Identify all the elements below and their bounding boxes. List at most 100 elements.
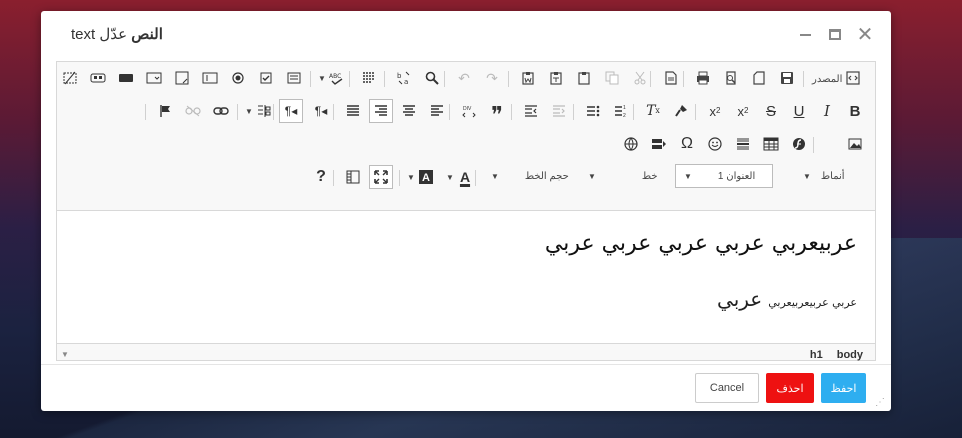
smiley-icon[interactable] (703, 132, 727, 156)
separator (310, 71, 311, 87)
show-blocks-icon[interactable] (341, 165, 365, 189)
redo-icon[interactable]: ↷ (480, 66, 504, 90)
bold-icon[interactable]: B (843, 99, 867, 123)
styles-label: أنماط (820, 170, 845, 182)
scroll-down-arrow-icon[interactable]: ▼ (61, 350, 69, 359)
rich-text-editor: المصدر ↷ ↶ b a ABC ▼ B I U S x 2 x 2 T x… (56, 61, 876, 361)
minimize-button[interactable] (795, 24, 815, 44)
dialog-title-bar: text النص عدّل ✕ (41, 11, 891, 57)
new-page-icon[interactable] (747, 66, 771, 90)
close-button[interactable]: ✕ (855, 24, 875, 46)
flash-icon[interactable] (787, 132, 811, 156)
align-center-icon[interactable] (397, 99, 421, 123)
source-icon[interactable] (841, 66, 865, 90)
format-label: العنوان 1 (717, 170, 756, 182)
cut-icon[interactable] (628, 66, 652, 90)
help-icon[interactable]: ? (309, 165, 333, 189)
iframe-icon[interactable] (619, 132, 643, 156)
copy-format-icon[interactable] (669, 99, 693, 123)
title-noun: النص (131, 26, 163, 43)
justify-icon[interactable] (341, 99, 365, 123)
cancel-button[interactable]: Cancel (695, 373, 759, 403)
button-field-icon[interactable] (114, 66, 138, 90)
delete-button[interactable]: احذف (766, 373, 814, 403)
anchor-icon[interactable] (153, 99, 177, 123)
remove-format-icon[interactable]: Tx (641, 99, 665, 123)
outdent-icon[interactable] (547, 99, 571, 123)
strikethrough-icon[interactable]: S (759, 99, 783, 123)
undo-icon[interactable]: ↶ (452, 66, 476, 90)
language-icon[interactable] (252, 99, 276, 123)
superscript-icon[interactable]: x2 (703, 99, 727, 123)
font-label: خط (641, 170, 658, 182)
form-icon[interactable] (282, 66, 306, 90)
align-left-icon[interactable] (425, 99, 449, 123)
indent-icon[interactable] (519, 99, 543, 123)
maximize-editor-icon[interactable] (369, 165, 393, 189)
styles-combo[interactable]: ▼ أنماط (803, 164, 845, 188)
format-combo[interactable]: ▼ العنوان 1 (675, 164, 773, 188)
text-direction-rtl-icon[interactable]: ¶◂ (279, 99, 303, 123)
underline-icon[interactable]: U (787, 99, 811, 123)
editor-content[interactable]: عربيعربي عربي عربي عربي عربي عربي عربيعر… (57, 210, 875, 344)
separator (633, 104, 634, 120)
background-color-dropdown-icon[interactable]: ▼ (407, 173, 415, 182)
separator (573, 104, 574, 120)
numbered-list-icon[interactable]: 12 (609, 99, 633, 123)
italic-icon[interactable]: I (815, 99, 839, 123)
select-all-icon[interactable] (357, 66, 381, 90)
background-color-icon[interactable]: A (414, 165, 438, 189)
svg-text:DIV: DIV (463, 106, 472, 112)
text-field-icon[interactable] (198, 66, 222, 90)
table-icon[interactable] (759, 132, 783, 156)
special-char-icon[interactable]: Ω (675, 132, 699, 156)
path-item-body[interactable]: body (837, 349, 863, 361)
text-color-dropdown-icon[interactable]: ▼ (446, 173, 454, 182)
image-icon[interactable] (843, 132, 867, 156)
replace-icon[interactable]: ba (392, 66, 416, 90)
div-container-icon[interactable]: DIV (457, 99, 481, 123)
paste-text-icon[interactable] (544, 66, 568, 90)
checkbox-icon[interactable] (254, 66, 278, 90)
spellcheck-dropdown-icon[interactable]: ▼ (318, 74, 326, 83)
unlink-icon[interactable] (181, 99, 205, 123)
save-button[interactable]: احفظ (821, 373, 866, 403)
text-direction-ltr-icon[interactable]: ¶◂ (309, 99, 333, 123)
find-icon[interactable] (420, 66, 444, 90)
resize-grip-icon[interactable]: ⋰ (875, 397, 885, 408)
format-dropdown-icon: ▼ (684, 171, 692, 181)
paste-word-icon[interactable] (516, 66, 540, 90)
maximize-button[interactable] (825, 24, 845, 44)
styles-dropdown-icon: ▼ (803, 171, 811, 181)
link-icon[interactable] (209, 99, 233, 123)
align-right-icon[interactable] (369, 99, 393, 123)
path-item-h1[interactable]: h1 (810, 349, 823, 361)
font-combo[interactable]: ▼ خط (588, 164, 658, 188)
bulleted-list-icon[interactable] (581, 99, 605, 123)
textarea-icon[interactable] (170, 66, 194, 90)
page-break-icon[interactable] (647, 132, 671, 156)
templates-icon[interactable] (659, 66, 683, 90)
preview-icon[interactable] (719, 66, 743, 90)
copy-icon[interactable] (600, 66, 624, 90)
radio-icon[interactable] (226, 66, 250, 90)
text-color-icon[interactable]: A (453, 165, 477, 189)
save-doc-icon[interactable] (775, 66, 799, 90)
source-button[interactable]: المصدر (812, 67, 842, 91)
language-dropdown-icon[interactable]: ▼ (245, 107, 253, 116)
subscript-icon[interactable]: x2 (731, 99, 755, 123)
horizontal-line-icon[interactable] (731, 132, 755, 156)
blockquote-icon[interactable]: ❞ (485, 99, 509, 127)
spellcheck-icon[interactable]: ABC (325, 66, 349, 90)
select-field-icon[interactable] (142, 66, 166, 90)
separator (449, 104, 450, 120)
paste-icon[interactable] (572, 66, 596, 90)
svg-text:1: 1 (623, 105, 626, 111)
size-combo[interactable]: ▼ حجم الخط (491, 164, 569, 188)
size-dropdown-icon: ▼ (491, 171, 499, 181)
image-button-icon[interactable] (86, 66, 110, 90)
print-icon[interactable] (691, 66, 715, 90)
minimize-icon (799, 34, 811, 36)
hidden-field-icon[interactable] (58, 66, 82, 90)
separator (399, 170, 400, 186)
